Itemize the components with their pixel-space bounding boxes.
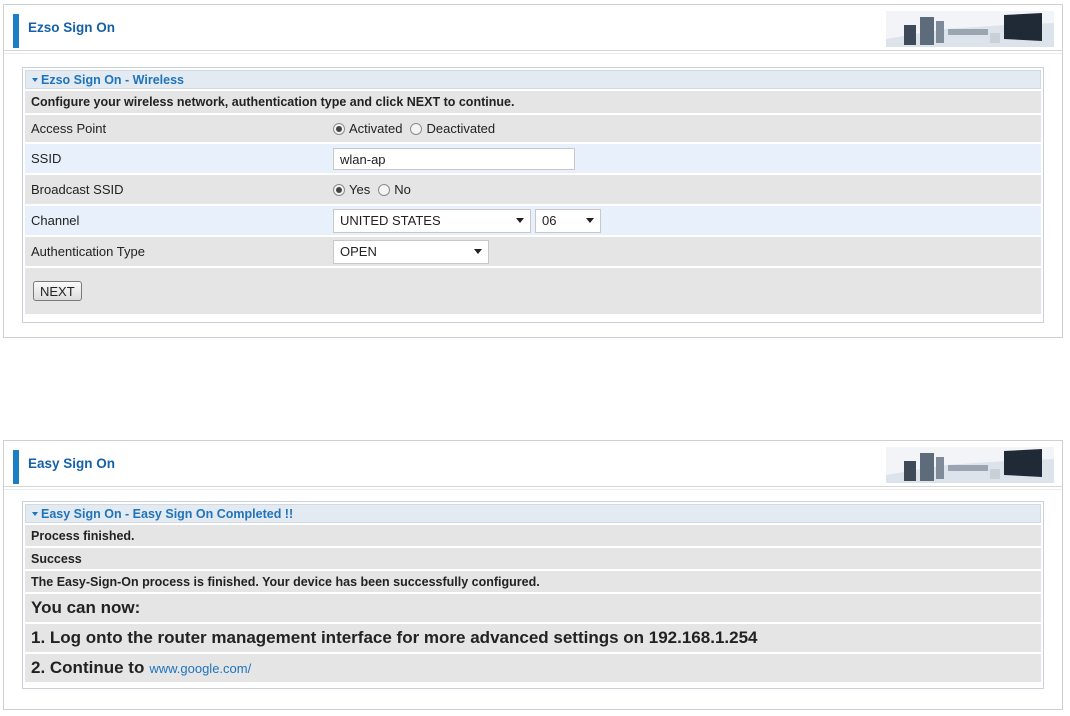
- broadcast-ssid-label: Broadcast SSID: [31, 182, 124, 197]
- section-title: Easy Sign On - Easy Sign On Completed !!: [41, 506, 294, 521]
- google-link[interactable]: www.google.com/: [149, 661, 251, 676]
- auth-type-row: Authentication Type OPEN: [25, 237, 1041, 266]
- section-title: Ezso Sign On - Wireless: [41, 72, 184, 87]
- panel-header: Easy Sign On: [4, 441, 1062, 490]
- radio-no[interactable]: No: [378, 182, 411, 197]
- auth-type-label: Authentication Type: [31, 244, 145, 259]
- button-row: NEXT: [25, 268, 1041, 314]
- auth-type-select[interactable]: OPEN: [333, 239, 489, 264]
- status-row: The Easy-Sign-On process is finished. Yo…: [25, 571, 1041, 592]
- office-banner-icon: [886, 447, 1054, 483]
- continue-step-text: 2. Continue to: [31, 658, 145, 677]
- page-title: Easy Sign On: [28, 456, 116, 471]
- you-can-now-heading: You can now:: [31, 598, 141, 617]
- chevron-down-icon[interactable]: [586, 218, 594, 223]
- office-banner-icon: [886, 11, 1054, 47]
- status-row: Process finished.: [25, 525, 1041, 546]
- header-divider: [4, 486, 1062, 487]
- broadcast-ssid-row: Broadcast SSID Yes No: [25, 175, 1041, 204]
- header-accent-bar: [13, 450, 19, 484]
- section-title-bar[interactable]: Ezso Sign On - Wireless: [25, 70, 1041, 89]
- country-select-value: UNITED STATES: [340, 213, 441, 228]
- radio-button[interactable]: [410, 122, 423, 135]
- completed-section: Easy Sign On - Easy Sign On Completed !!…: [22, 501, 1044, 689]
- channel-select[interactable]: 06: [535, 208, 601, 233]
- ezso-sign-on-panel: Ezso Sign On Ezso Sign On - Wireless Con…: [3, 4, 1063, 338]
- radio-deactivated-label: Deactivated: [426, 121, 496, 136]
- instructions-text: Configure your wireless network, authent…: [31, 95, 515, 109]
- header-divider: [4, 50, 1062, 51]
- access-point-row: Access Point Activated Deactivated: [25, 115, 1041, 142]
- channel-row: Channel UNITED STATES 06: [25, 206, 1041, 235]
- auth-type-select-value: OPEN: [340, 244, 377, 259]
- next-steps-row: You can now:: [25, 594, 1041, 622]
- country-select[interactable]: UNITED STATES: [333, 208, 531, 233]
- radio-yes-label: Yes: [349, 182, 371, 197]
- radio-activated[interactable]: Activated: [333, 121, 402, 136]
- radio-no-label: No: [394, 182, 411, 197]
- ssid-row: SSID wlan-ap: [25, 144, 1041, 173]
- radio-button[interactable]: [378, 183, 391, 196]
- access-point-label: Access Point: [31, 121, 107, 136]
- channel-label: Channel: [31, 213, 80, 228]
- ssid-input[interactable]: wlan-ap: [333, 147, 575, 170]
- radio-button-selected[interactable]: [333, 183, 345, 196]
- triangle-down-icon[interactable]: [32, 77, 38, 82]
- radio-yes[interactable]: Yes: [333, 182, 370, 197]
- status-row: Success: [25, 548, 1041, 569]
- chevron-down-icon[interactable]: [474, 249, 482, 254]
- radio-deactivated[interactable]: Deactivated: [410, 121, 495, 136]
- process-finished-text: Process finished.: [31, 528, 135, 543]
- section-title-bar[interactable]: Easy Sign On - Easy Sign On Completed !!: [25, 504, 1041, 523]
- next-steps-row: 2. Continue to www.google.com/: [25, 654, 1041, 682]
- ssid-label: SSID: [31, 151, 62, 166]
- router-management-step: 1. Log onto the router management interf…: [31, 628, 758, 647]
- wireless-section: Ezso Sign On - Wireless Configure your w…: [22, 67, 1044, 323]
- triangle-down-icon[interactable]: [32, 511, 38, 516]
- page-title: Ezso Sign On: [28, 20, 116, 35]
- header-accent-bar: [13, 14, 19, 48]
- chevron-down-icon[interactable]: [516, 218, 524, 223]
- radio-activated-label: Activated: [349, 121, 403, 136]
- success-text: Success: [31, 551, 82, 566]
- header-divider-shadow: [4, 489, 1062, 490]
- instructions-row: Configure your wireless network, authent…: [25, 91, 1041, 113]
- next-button[interactable]: NEXT: [33, 281, 82, 301]
- channel-select-value: 06: [542, 213, 557, 228]
- easy-sign-on-panel: Easy Sign On Easy Sign On - Easy Sign On…: [3, 440, 1063, 710]
- panel-header: Ezso Sign On: [4, 5, 1062, 54]
- next-steps-row: 1. Log onto the router management interf…: [25, 624, 1041, 652]
- header-divider-shadow: [4, 53, 1062, 54]
- configured-message: The Easy-Sign-On process is finished. Yo…: [31, 574, 540, 589]
- radio-button-selected[interactable]: [333, 122, 345, 135]
